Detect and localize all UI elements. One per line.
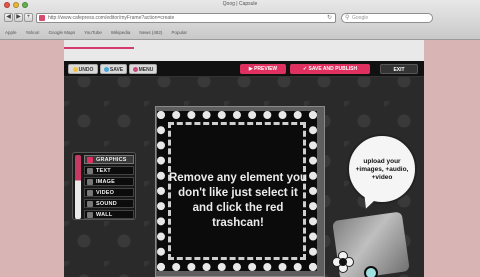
bookmark-item[interactable]: YouTube: [84, 30, 102, 35]
bookmarks-bar: Apple Yahoo! Google Maps YouTube Wikiped…: [0, 26, 480, 39]
reload-icon[interactable]: ↻: [327, 14, 332, 21]
speech-bubble-tail: [360, 195, 376, 211]
graphics-icon: [87, 156, 93, 163]
element-palette: GRAPHICS TEXT IMAGE VIDEO SOUND WALL: [72, 152, 136, 220]
palette-item-sound[interactable]: SOUND: [84, 199, 134, 208]
bookmark-item[interactable]: News (482): [139, 30, 162, 35]
save-and-publish-label: SAVE AND PUBLISH: [308, 66, 358, 72]
web-page: UNDO SAVE MENU ▶ PREVIEW ✓ SAVE AND PUBL…: [0, 40, 480, 277]
site-header: [64, 40, 424, 61]
palette-item-label: IMAGE: [96, 178, 116, 185]
forward-button[interactable]: ▶: [14, 13, 23, 22]
page-right-margin: [424, 40, 480, 277]
site-accent-bar: [64, 47, 134, 49]
palette-drag-handle[interactable]: [75, 155, 81, 219]
editor-toolbar: UNDO SAVE MENU ▶ PREVIEW ✓ SAVE AND PUBL…: [64, 61, 424, 77]
menu-icon: [132, 67, 138, 72]
text-icon: [87, 167, 93, 174]
palette-item-label: GRAPHICS: [96, 156, 127, 163]
bookmark-item[interactable]: Popular: [171, 30, 187, 35]
palette-item-wall[interactable]: WALL: [84, 210, 134, 219]
save-label: SAVE: [109, 67, 124, 73]
wall-icon: [87, 211, 93, 218]
palette-item-label: VIDEO: [96, 189, 115, 196]
exit-label: EXIT: [393, 67, 405, 73]
menu-button[interactable]: MENU: [129, 64, 157, 74]
image-icon: [87, 178, 93, 185]
small-flower-icon[interactable]: [364, 266, 378, 277]
save-button[interactable]: SAVE: [100, 64, 127, 74]
add-bookmark-button[interactable]: +: [24, 13, 33, 22]
frame-instruction-text: Remove any element you don't like just s…: [168, 172, 308, 229]
browser-chrome: Qoog | Capsule ◀ ▶ + http://www.cafepres…: [0, 0, 480, 40]
undo-button[interactable]: UNDO: [68, 64, 98, 74]
palette-item-label: TEXT: [96, 167, 111, 174]
palette-item-label: WALL: [96, 211, 113, 218]
palette-item-image[interactable]: IMAGE: [84, 177, 134, 186]
preview-button[interactable]: ▶ PREVIEW: [240, 64, 286, 74]
bookmark-item[interactable]: Apple: [5, 30, 17, 35]
title-bar: Qoog | Capsule: [0, 0, 480, 10]
exit-button[interactable]: EXIT: [380, 64, 418, 74]
palette-item-graphics[interactable]: GRAPHICS: [84, 155, 134, 164]
site-favicon: [39, 15, 45, 21]
undo-icon: [72, 67, 78, 72]
browser-toolbar: ◀ ▶ + http://www.cafepress.com/editor/my…: [0, 11, 480, 25]
video-icon: [87, 189, 93, 196]
undo-label: UNDO: [78, 67, 94, 73]
sound-icon: [87, 200, 93, 207]
flower-icon[interactable]: [332, 251, 354, 273]
editor-area: UNDO SAVE MENU ▶ PREVIEW ✓ SAVE AND PUBL…: [64, 61, 424, 277]
window-title: Qoog | Capsule: [222, 1, 258, 7]
back-button[interactable]: ◀: [4, 13, 13, 22]
bookmark-item[interactable]: Google Maps: [48, 30, 75, 35]
palette-item-label: SOUND: [96, 200, 117, 207]
search-field[interactable]: ⚲ Google: [341, 13, 433, 23]
search-icon: ⚲: [345, 15, 350, 21]
preview-label: PREVIEW: [254, 66, 278, 72]
palette-item-video[interactable]: VIDEO: [84, 188, 134, 197]
menu-label: MENU: [138, 67, 154, 73]
search-placeholder: Google: [352, 15, 369, 21]
bookmark-item[interactable]: Wikipedia: [111, 30, 131, 35]
save-and-publish-button[interactable]: ✓ SAVE AND PUBLISH: [290, 64, 370, 74]
save-icon: [103, 67, 109, 72]
speech-bubble-text: upload your +images, +audio, +video: [355, 158, 409, 181]
palette-item-text[interactable]: TEXT: [84, 166, 134, 175]
url-text: http://www.cafepress.com/editor/myFrame?…: [48, 15, 175, 21]
bookmark-item[interactable]: Yahoo!: [26, 30, 40, 35]
address-bar[interactable]: http://www.cafepress.com/editor/myFrame?…: [36, 13, 336, 23]
